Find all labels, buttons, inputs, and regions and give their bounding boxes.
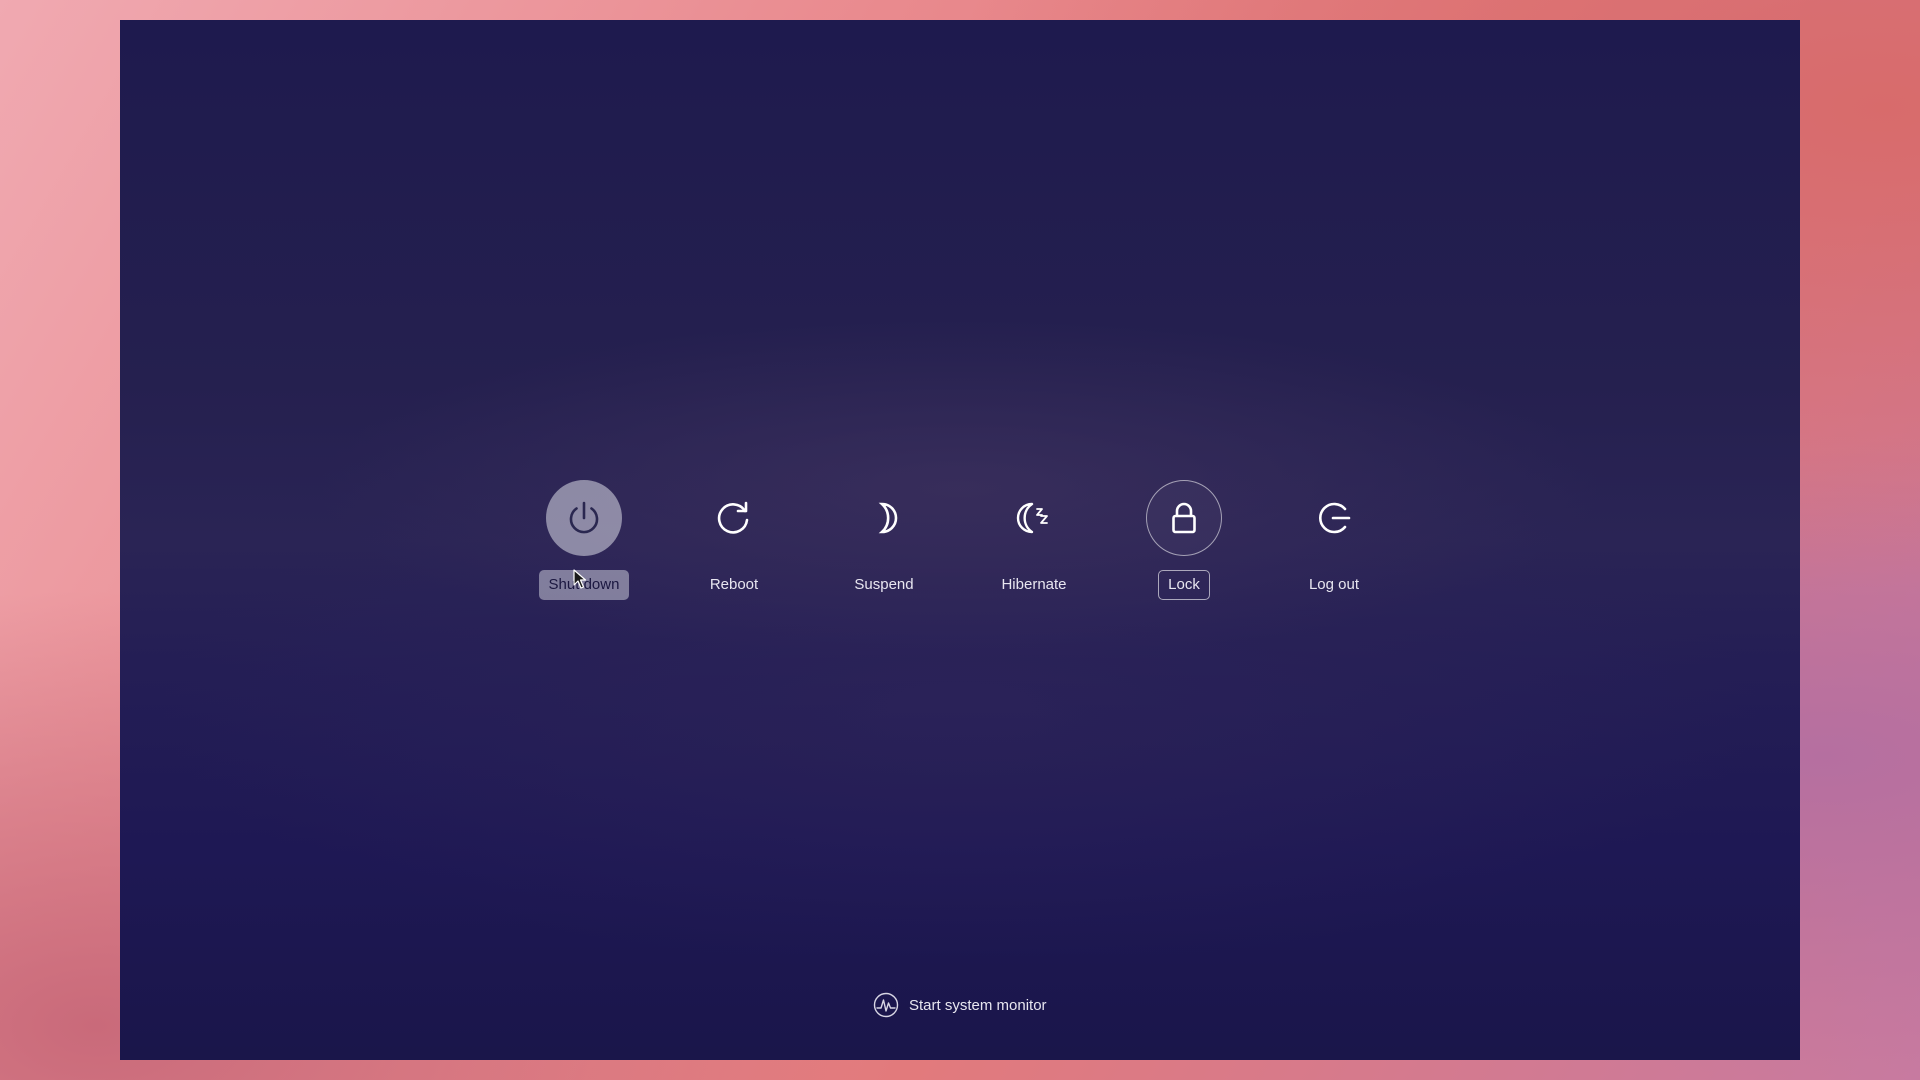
logout-label[interactable]: Log out — [1299, 570, 1369, 600]
power-icon — [569, 501, 599, 534]
suspend-label[interactable]: Suspend — [844, 570, 923, 600]
moon-icon — [878, 502, 898, 534]
logout-button[interactable]: Log out — [1264, 480, 1404, 600]
reboot-label[interactable]: Reboot — [700, 570, 768, 600]
shutdown-icon-circle[interactable] — [546, 480, 622, 556]
logout-screen: Shut down Reboot Suspend Hibernate Lock … — [120, 20, 1800, 1060]
start-system-monitor-button[interactable]: Start system monitor — [873, 992, 1047, 1018]
lock-button[interactable]: Lock — [1114, 480, 1254, 600]
system-monitor-icon — [873, 992, 899, 1018]
reboot-button[interactable]: Reboot — [664, 480, 804, 600]
shutdown-button[interactable]: Shut down — [514, 480, 654, 600]
reboot-icon — [717, 501, 749, 534]
shutdown-label[interactable]: Shut down — [538, 570, 630, 600]
power-actions: Shut down Reboot Suspend Hibernate Lock … — [120, 480, 1800, 630]
hibernate-label[interactable]: Hibernate — [991, 570, 1076, 600]
reboot-icon-circle[interactable] — [696, 480, 772, 556]
hibernate-button[interactable]: Hibernate — [964, 480, 1104, 600]
hibernate-icon — [1016, 502, 1048, 534]
suspend-icon-circle[interactable] — [846, 480, 922, 556]
lock-icon — [1172, 502, 1196, 534]
hibernate-icon-circle[interactable] — [996, 480, 1072, 556]
logout-icon-circle[interactable] — [1296, 480, 1372, 556]
lock-label[interactable]: Lock — [1158, 570, 1210, 600]
start-system-monitor-label[interactable]: Start system monitor — [909, 997, 1047, 1014]
suspend-button[interactable]: Suspend — [814, 480, 954, 600]
logout-icon — [1318, 502, 1351, 534]
lock-icon-circle[interactable] — [1146, 480, 1222, 556]
